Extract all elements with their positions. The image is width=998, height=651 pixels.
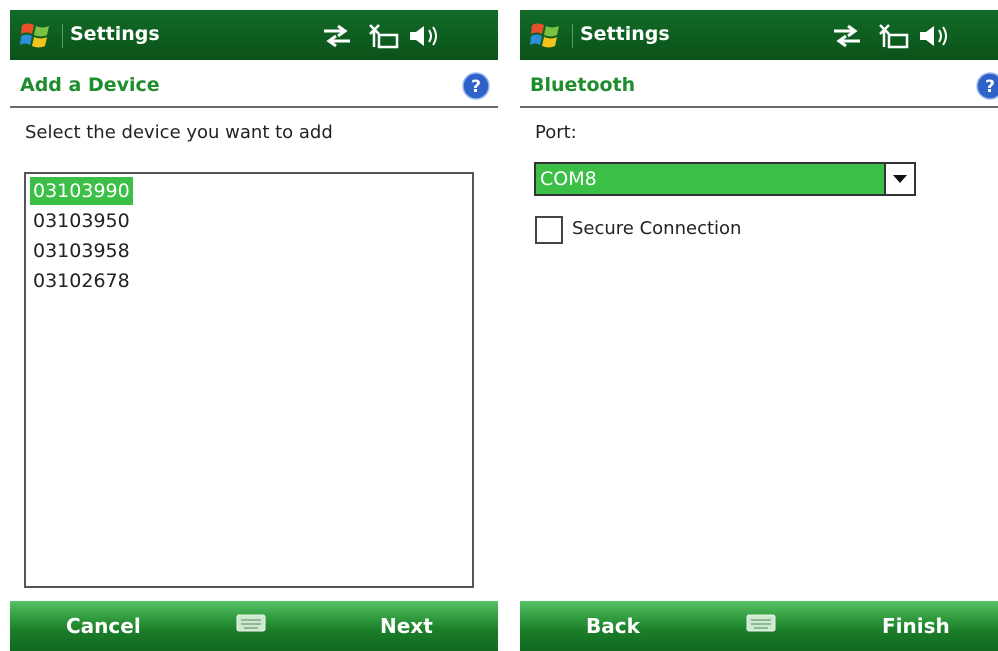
cancel-softkey[interactable]: Cancel [66, 614, 141, 638]
device-item[interactable]: 03102678 [30, 267, 133, 295]
device-item[interactable]: 03103950 [30, 207, 133, 235]
keyboard-icon[interactable] [236, 614, 266, 634]
softkey-bar: Cancel Next [10, 601, 498, 651]
page-title-bar: Add a Device ? [10, 66, 498, 108]
device-list[interactable]: 03103990 03103950 03103958 03102678 [24, 172, 474, 588]
chevron-down-icon [893, 175, 907, 183]
dropdown-button[interactable] [884, 164, 914, 194]
page-title: Add a Device [20, 74, 160, 96]
add-device-screen: Settings Add a Device ? Select the devic… [10, 10, 498, 651]
help-icon[interactable]: ? [462, 72, 490, 100]
finish-softkey[interactable]: Finish [882, 614, 950, 638]
windows-start-icon[interactable] [20, 21, 50, 49]
status-title: Settings [70, 23, 160, 45]
instruction-text: Select the device you want to add [25, 122, 333, 143]
next-softkey[interactable]: Next [380, 614, 433, 638]
svg-text:?: ? [985, 77, 995, 97]
back-softkey[interactable]: Back [586, 614, 640, 638]
page-title: Bluetooth [530, 74, 636, 96]
keyboard-icon[interactable] [746, 614, 776, 634]
bluetooth-port-screen: Settings Bluetooth ? Port: COM8 Secure C… [520, 10, 998, 651]
device-item-selected[interactable]: 03103990 [30, 177, 133, 205]
speaker-volume-icon[interactable] [408, 23, 440, 49]
page-title-bar: Bluetooth ? [520, 66, 998, 108]
connectivity-arrows-icon[interactable] [320, 23, 354, 49]
secure-connection-label[interactable]: Secure Connection [572, 218, 741, 239]
status-separator [572, 24, 573, 48]
port-label: Port: [535, 122, 577, 143]
status-title: Settings [580, 23, 670, 45]
no-signal-antenna-icon[interactable] [877, 23, 909, 49]
softkey-bar: Back Finish [520, 601, 998, 651]
port-dropdown-value: COM8 [540, 168, 597, 190]
windows-start-icon[interactable] [530, 21, 560, 49]
device-item[interactable]: 03103958 [30, 237, 133, 265]
connectivity-arrows-icon[interactable] [830, 23, 864, 49]
no-signal-antenna-icon[interactable] [367, 23, 399, 49]
svg-text:?: ? [471, 77, 481, 97]
speaker-volume-icon[interactable] [918, 23, 950, 49]
help-icon[interactable]: ? [976, 72, 998, 100]
status-separator [62, 24, 63, 48]
secure-connection-checkbox[interactable] [535, 216, 563, 244]
status-bar: Settings [520, 10, 998, 60]
port-dropdown[interactable]: COM8 [534, 162, 916, 196]
status-bar: Settings [10, 10, 498, 60]
